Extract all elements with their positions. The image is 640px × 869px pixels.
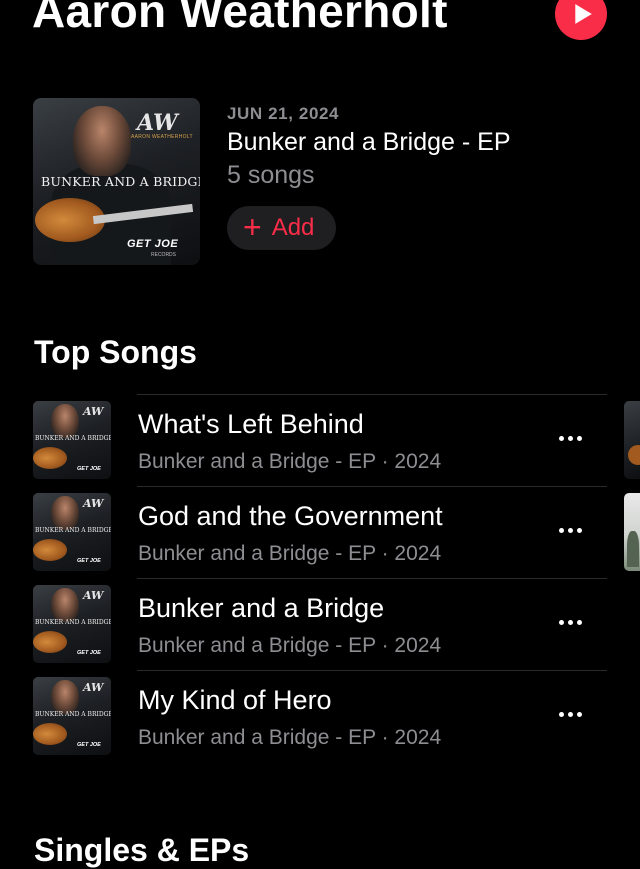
song-artwork: AW BUNKER AND A BRIDGE GET JOE (33, 493, 111, 571)
song-artwork: AW BUNKER AND A BRIDGE GET JOE (33, 677, 111, 755)
album-cover[interactable]: AW AARON WEATHERHOLT BUNKER AND A BRIDGE… (33, 98, 200, 265)
song-artwork: AW BUNKER AND A BRIDGE GET JOE (33, 401, 111, 479)
song-subtitle: Bunker and a Bridge - EP · 2024 (138, 726, 442, 749)
add-button[interactable]: + Add (227, 206, 337, 250)
song-title: Bunker and a Bridge (138, 593, 385, 623)
cover-title-text: BUNKER AND A BRIDGE (41, 174, 200, 189)
song-title: My Kind of Hero (138, 685, 332, 715)
cover-record-label: GET JOE (127, 238, 179, 250)
latest-release-info: JUN 21, 2024 Bunker and a Bridge - EP 5 … (227, 98, 511, 250)
cover-logo-subtitle: AARON WEATHERHOLT (131, 134, 193, 140)
artist-name: Aaron Weatherholt (32, 0, 448, 37)
plus-icon: + (243, 208, 262, 245)
song-subtitle: Bunker and a Bridge - EP · 2024 (138, 542, 442, 565)
latest-release[interactable]: AW AARON WEATHERHOLT BUNKER AND A BRIDGE… (33, 98, 633, 268)
play-button[interactable] (555, 0, 607, 40)
singles-heading[interactable]: Singles & EPs (34, 832, 249, 869)
more-options-button[interactable] (553, 520, 587, 540)
ellipsis-icon (558, 527, 564, 533)
cover-figure-head (73, 106, 131, 176)
play-icon (575, 4, 592, 24)
song-row[interactable]: AW BUNKER AND A BRIDGE GET JOE God and t… (33, 486, 607, 578)
song-count: 5 songs (227, 161, 315, 189)
song-row[interactable]: AW BUNKER AND A BRIDGE GET JOE What's Le… (33, 394, 607, 486)
ellipsis-icon (558, 711, 564, 717)
song-title: What's Left Behind (138, 409, 364, 439)
song-row[interactable]: AW BUNKER AND A BRIDGE GET JOE Bunker an… (33, 578, 607, 670)
next-column-artwork[interactable] (624, 493, 640, 571)
cover-logo: AW (137, 110, 178, 136)
add-button-label: Add (271, 214, 315, 241)
cover-record-label-sub: RECORDS (151, 252, 177, 258)
song-title: God and the Government (138, 501, 443, 531)
more-options-button[interactable] (553, 612, 587, 632)
song-row[interactable]: AW BUNKER AND A BRIDGE GET JOE My Kind o… (33, 670, 607, 762)
ellipsis-icon (558, 619, 564, 625)
song-subtitle: Bunker and a Bridge - EP · 2024 (138, 450, 442, 473)
release-date: JUN 21, 2024 (227, 104, 340, 123)
more-options-button[interactable] (553, 704, 587, 724)
song-artwork: AW BUNKER AND A BRIDGE GET JOE (33, 585, 111, 663)
song-subtitle: Bunker and a Bridge - EP · 2024 (138, 634, 442, 657)
ellipsis-icon (558, 435, 564, 441)
top-songs-list: AW BUNKER AND A BRIDGE GET JOE What's Le… (33, 394, 607, 762)
more-options-button[interactable] (553, 428, 587, 448)
next-column-artwork[interactable] (624, 401, 640, 479)
album-title[interactable]: Bunker and a Bridge - EP (227, 128, 511, 157)
top-songs-heading[interactable]: Top Songs (34, 334, 197, 371)
